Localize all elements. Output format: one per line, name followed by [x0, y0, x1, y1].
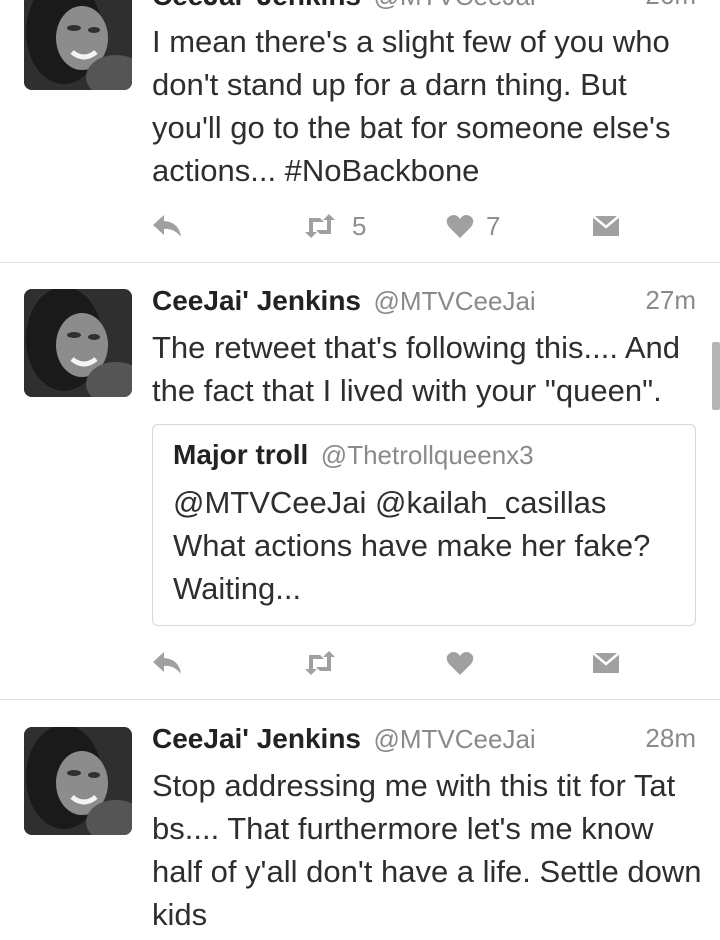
timestamp[interactable]: 27m — [645, 285, 696, 316]
reply-icon — [153, 215, 181, 237]
tweet-text: The retweet that's following this.... An… — [152, 330, 681, 408]
direct-message-icon — [592, 215, 620, 236]
reply-button[interactable] — [150, 643, 184, 683]
tweet-actions — [0, 643, 720, 683]
avatar[interactable] — [24, 0, 132, 90]
reply-button[interactable] — [150, 206, 184, 246]
author-name[interactable]: CeeJai' Jenkins — [152, 285, 361, 316]
retweet-button[interactable] — [300, 643, 340, 683]
retweet-button[interactable]: 5 — [300, 206, 366, 246]
avatar[interactable] — [24, 289, 132, 397]
timestamp[interactable]: 28m — [645, 723, 696, 754]
reply-icon — [153, 652, 181, 674]
direct-message-button[interactable] — [592, 206, 620, 246]
tweet-header: CeeJai' Jenkins @MTVCeeJai 26m — [152, 0, 696, 20]
profile-photo-icon — [24, 289, 132, 397]
author-handle[interactable]: @MTVCeeJai — [373, 286, 535, 316]
heart-icon — [446, 215, 474, 238]
quoted-tweet-text: @MTVCeeJai @kailah_casillas What actions… — [173, 485, 651, 606]
quoted-tweet[interactable]: Major troll @Thetrollqueenx3 @MTVCeeJai … — [152, 424, 696, 626]
retweet-count: 5 — [352, 210, 367, 241]
author-name[interactable]: CeeJai' Jenkins — [152, 723, 361, 754]
like-button[interactable]: 7 — [446, 206, 500, 246]
author-name[interactable]: CeeJai' Jenkins — [152, 0, 361, 11]
quoted-tweet-header: Major troll @Thetrollqueenx3 — [173, 439, 534, 471]
like-button[interactable] — [446, 643, 474, 683]
timestamp[interactable]: 26m — [645, 0, 696, 11]
profile-photo-icon — [24, 727, 132, 835]
tweet-header: CeeJai' Jenkins @MTVCeeJai 27m — [152, 285, 696, 325]
tweet-header: CeeJai' Jenkins @MTVCeeJai 28m — [152, 723, 696, 763]
like-count: 7 — [486, 210, 501, 241]
tweet-text: I mean there's a slight few of you who d… — [152, 24, 671, 188]
avatar[interactable] — [24, 727, 132, 835]
heart-icon — [446, 652, 474, 675]
retweet-icon — [305, 651, 335, 675]
profile-photo-icon — [24, 0, 132, 90]
author-handle[interactable]: @MTVCeeJai — [373, 724, 535, 754]
tweet[interactable]: CeeJai' Jenkins @MTVCeeJai 27m The retwe… — [0, 263, 720, 699]
tweet[interactable]: CeeJai' Jenkins @MTVCeeJai 28m Stop addr… — [0, 700, 720, 940]
retweet-icon — [305, 214, 335, 238]
quoted-author-name: Major troll — [173, 439, 309, 470]
direct-message-icon — [592, 652, 620, 673]
tweet-text: Stop addressing me with this tit for Tat… — [152, 768, 702, 932]
tweet[interactable]: CeeJai' Jenkins @MTVCeeJai 26m I mean th… — [0, 0, 720, 262]
author-handle[interactable]: @MTVCeeJai — [373, 0, 535, 11]
quoted-author-handle: @Thetrollqueenx3 — [320, 440, 534, 470]
tweet-actions: 5 7 — [0, 206, 720, 246]
scrollbar-thumb[interactable] — [712, 342, 720, 410]
direct-message-button[interactable] — [592, 643, 620, 683]
